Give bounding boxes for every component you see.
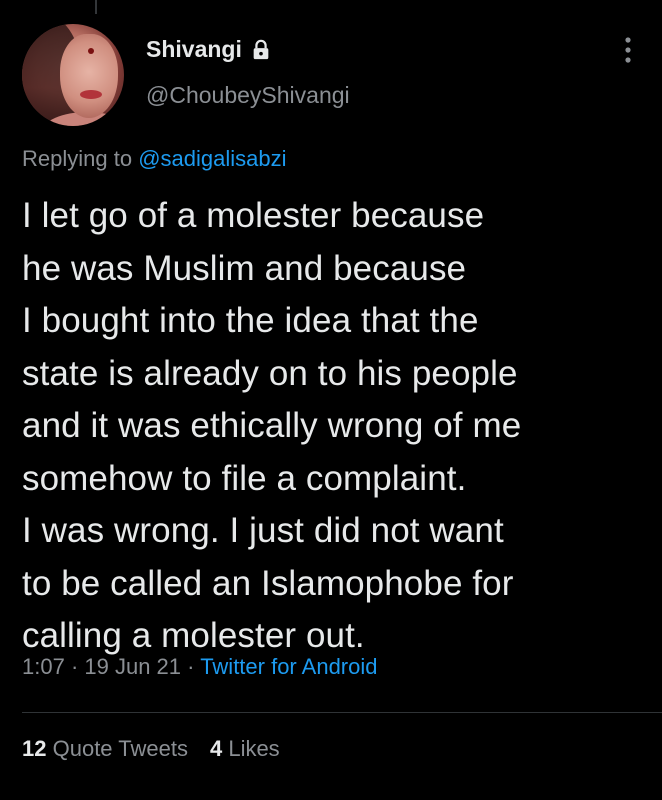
quote-tweets-label: Quote Tweets (52, 736, 188, 761)
thread-connector-line (95, 0, 97, 14)
likes-stat[interactable]: 4 Likes (210, 736, 280, 761)
tweet-time[interactable]: 1:07 (22, 654, 65, 679)
replying-to-mention[interactable]: @sadigalisabzi (138, 146, 286, 171)
quote-tweets-count: 12 (22, 736, 47, 761)
meta-separator: · (64, 654, 85, 679)
tweet-text-line: to be called an Islamophobe for (22, 563, 514, 603)
lock-icon (253, 39, 269, 59)
divider (22, 712, 662, 713)
tweet-text-line: I let go of a molester because (22, 196, 485, 235)
tweet-text-line: I was wrong. I just did not want (22, 511, 504, 550)
more-vertical-icon[interactable] (624, 36, 632, 64)
tweet-date[interactable]: 19 Jun 21 (84, 654, 181, 679)
author-display-name[interactable]: Shivangi (146, 36, 242, 63)
quote-tweets-stat[interactable]: 12 Quote Tweets (22, 736, 188, 761)
tweet-text-line: and it was ethically wrong of me (22, 406, 522, 445)
tweet-meta: 1:07 · 19 Jun 21 · Twitter for Android (22, 654, 378, 680)
tweet-text: I let go of a molester because he was Mu… (22, 190, 642, 663)
meta-separator: · (181, 654, 201, 679)
avatar[interactable] (22, 24, 124, 126)
author-name-row[interactable]: Shivangi (146, 36, 272, 63)
tweet-text-line: he was Muslim and because (22, 248, 467, 288)
replying-to: Replying to @sadigalisabzi (22, 146, 287, 172)
tweet-text-line: somehow to file a complaint. (22, 458, 467, 498)
tweet-text-line: I bought into the idea that the (22, 301, 479, 340)
replying-to-prefix: Replying to (22, 146, 133, 171)
likes-count: 4 (209, 736, 223, 761)
likes-label: Likes (228, 736, 280, 761)
author-handle[interactable]: @ChoubeyShivangi (146, 82, 350, 109)
tweet-source-link[interactable]: Twitter for Android (200, 654, 377, 679)
tweet-text-line: state is already on to his people (22, 353, 518, 393)
tweet-stats: 12 Quote Tweets 4 Likes (22, 736, 280, 762)
